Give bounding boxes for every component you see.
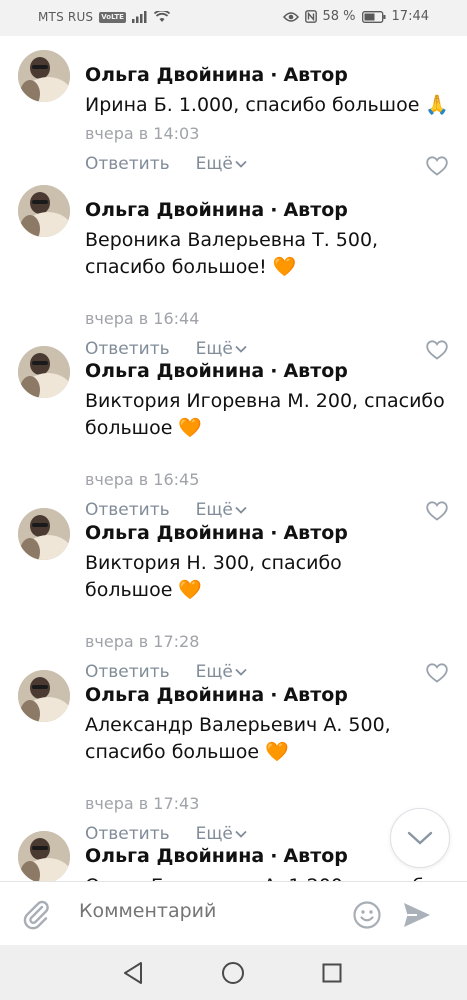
comment-author-line: Ольга Двойнина · Автор (85, 62, 348, 88)
author-role-badge: Автор (283, 199, 348, 221)
reply-button[interactable]: Ответить (85, 662, 170, 682)
smile-icon[interactable] (352, 900, 382, 930)
avatar[interactable] (18, 346, 70, 398)
battery-icon (361, 10, 386, 23)
heart-outline-icon[interactable] (426, 501, 448, 521)
wifi-icon (153, 11, 170, 22)
more-label: Ещё (195, 824, 233, 844)
author-separator: · (270, 845, 278, 867)
more-label: Ещё (195, 154, 233, 174)
author-separator: · (270, 522, 278, 544)
comment-actions: Ответить Ещё (85, 500, 247, 520)
more-button[interactable]: Ещё (196, 662, 247, 682)
chevron-down-icon (235, 160, 247, 168)
send-icon[interactable] (402, 900, 432, 930)
eye-icon (282, 11, 299, 22)
more-button[interactable]: Ещё (196, 154, 247, 174)
author-separator: · (270, 199, 278, 221)
author-name[interactable]: Ольга Двойнина (85, 684, 264, 706)
comment-author-line: Ольга Двойнина · Автор (85, 358, 348, 384)
comment-text: Вероника Валерьевна Т. 500, спасибо боль… (85, 229, 379, 278)
comment-actions: Ответить Ещё (85, 662, 247, 682)
heart-outline-icon[interactable] (426, 340, 448, 360)
author-role-badge: Автор (283, 522, 348, 544)
more-label: Ещё (195, 339, 233, 359)
paperclip-icon[interactable] (20, 898, 52, 930)
author-separator: · (270, 684, 278, 706)
comment-text: Ольга Борисовна А. 1 200, спасибо (85, 873, 455, 881)
comment-time: вчера в 17:43 (85, 794, 200, 813)
comment-composer (0, 881, 467, 945)
author-separator: · (270, 64, 278, 86)
chevron-down-icon (235, 668, 247, 676)
home-circle-icon[interactable] (221, 961, 245, 985)
reply-button[interactable]: Ответить (85, 339, 170, 359)
recent-apps-square-icon[interactable] (322, 963, 342, 983)
author-name[interactable]: Ольга Двойнина (85, 845, 264, 867)
author-role-badge: Автор (283, 360, 348, 382)
comment-actions: Ответить Ещё (85, 339, 247, 359)
chevron-down-icon (407, 831, 433, 845)
volte-badge: VoLTE (99, 11, 126, 23)
comment-time: вчера в 16:45 (85, 470, 200, 489)
author-name[interactable]: Ольга Двойнина (85, 64, 264, 86)
comment-time: вчера в 14:03 (85, 124, 200, 143)
signal-icon (131, 11, 147, 23)
system-nav-bar (0, 945, 467, 1000)
avatar[interactable] (18, 185, 70, 237)
avatar[interactable] (18, 508, 70, 560)
author-role-badge: Автор (283, 684, 348, 706)
reply-button[interactable]: Ответить (85, 500, 170, 520)
status-left: MTS RUS VoLTE (38, 10, 170, 24)
reply-button[interactable]: Ответить (85, 154, 170, 174)
more-button[interactable]: Ещё (196, 824, 247, 844)
comment-text: Виктория Игоревна М. 200, спасибо большо… (85, 390, 445, 439)
author-name[interactable]: Ольга Двойнина (85, 199, 264, 221)
comment-actions: Ответить Ещё (85, 824, 247, 844)
chevron-down-icon (235, 345, 247, 353)
avatar[interactable] (18, 670, 70, 722)
comment-author-line: Ольга Двойнина · Автор (85, 682, 348, 708)
heart-outline-icon[interactable] (426, 663, 448, 683)
comment-time: вчера в 16:44 (85, 309, 200, 328)
comment-text: Виктория Н. 300, спасибо большое 🧡 (85, 552, 342, 601)
avatar[interactable] (18, 831, 70, 881)
comment-author-line: Ольга Двойнина · Автор (85, 197, 348, 223)
reply-button[interactable]: Ответить (85, 824, 170, 844)
more-button[interactable]: Ещё (196, 339, 247, 359)
back-triangle-icon[interactable] (122, 961, 144, 985)
more-button[interactable]: Ещё (196, 500, 247, 520)
more-label: Ещё (195, 662, 233, 682)
author-name[interactable]: Ольга Двойнина (85, 522, 264, 544)
nfc-icon (304, 10, 317, 23)
comment-text: Александр Валерьевич А. 500, спасибо бол… (85, 714, 391, 763)
author-role-badge: Автор (283, 845, 348, 867)
comment-author-line: Ольга Двойнина · Автор (85, 843, 348, 869)
heart-outline-icon[interactable] (426, 156, 448, 176)
comments-list[interactable]: Ольга Двойнина · Автор Ирина Б. 1.000, с… (0, 36, 467, 881)
comment-author-line: Ольга Двойнина · Автор (85, 520, 348, 546)
comment-time: вчера в 17:28 (85, 632, 200, 651)
more-label: Ещё (195, 500, 233, 520)
clock: 17:44 (391, 9, 429, 24)
comment-actions: Ответить Ещё (85, 154, 247, 174)
chevron-down-icon (235, 830, 247, 838)
status-right: 58 % 17:44 (282, 9, 429, 24)
comment-input[interactable] (79, 900, 339, 922)
status-bar: MTS RUS VoLTE 58 % 17:44 (0, 0, 467, 36)
battery-percent: 58 % (322, 9, 356, 24)
author-separator: · (270, 360, 278, 382)
author-role-badge: Автор (283, 64, 348, 86)
author-name[interactable]: Ольга Двойнина (85, 360, 264, 382)
carrier-label: MTS RUS (38, 10, 94, 24)
comment-text: Ирина Б. 1.000, спасибо большое 🙏 (85, 94, 450, 116)
avatar[interactable] (18, 50, 70, 102)
scroll-down-button[interactable] (390, 808, 450, 868)
chevron-down-icon (235, 506, 247, 514)
